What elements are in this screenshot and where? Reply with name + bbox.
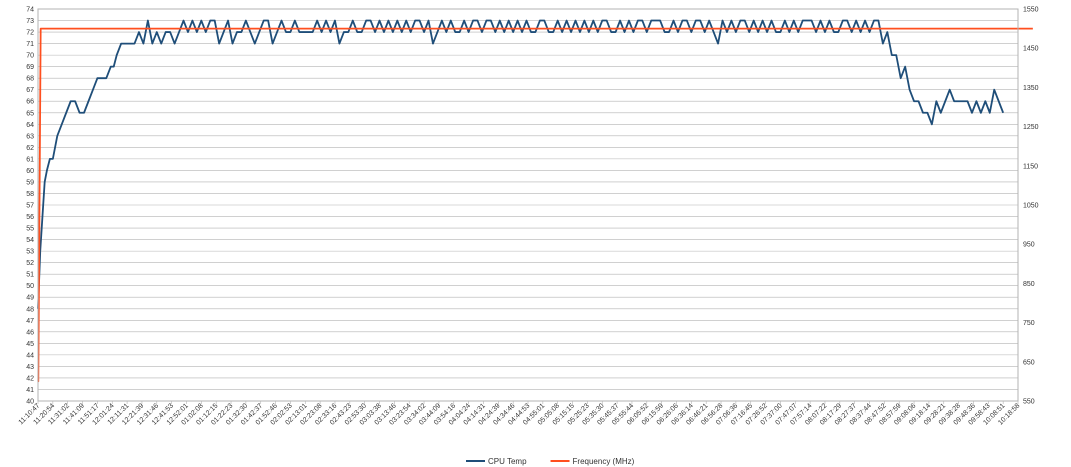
line-chart: 40 41 42 43 44 45 46 47 48 49 50 51 52 53 54 55 56 57 58 59…	[18, 7, 1039, 467]
left-tick-label: 65	[26, 110, 34, 117]
right-tick-label: 1550	[1023, 7, 1039, 14]
left-tick-label: 49	[26, 295, 34, 302]
left-tick-label: 67	[26, 87, 34, 94]
left-tick-label: 48	[26, 306, 34, 313]
right-tick-label: 850	[1023, 281, 1035, 288]
right-tick-label: 1250	[1023, 124, 1039, 131]
left-tick-label: 72	[26, 30, 34, 37]
left-tick-label: 45	[26, 341, 34, 348]
legend: CPU Temp Frequency (MHz)	[466, 457, 635, 466]
right-tick-label: 650	[1023, 359, 1035, 366]
left-tick-label: 53	[26, 249, 34, 256]
left-tick-label: 55	[26, 226, 34, 233]
left-tick-label: 66	[26, 99, 34, 106]
right-tick-label: 1150	[1023, 163, 1038, 170]
left-tick-label: 68	[26, 76, 34, 83]
left-tick-label: 52	[26, 260, 34, 267]
gridlines	[38, 8, 1018, 402]
left-tick-label: 43	[26, 364, 34, 371]
right-tick-label: 1350	[1023, 85, 1039, 92]
series-line-0	[37, 19, 1004, 309]
left-tick-label: 60	[26, 168, 34, 175]
left-tick-label: 74	[26, 7, 34, 14]
left-tick-label: 51	[26, 272, 34, 279]
right-tick-label: 550	[1023, 399, 1035, 406]
left-tick-label: 46	[26, 329, 34, 336]
left-tick-label: 64	[26, 122, 34, 129]
left-tick-label: 71	[26, 41, 34, 48]
left-tick-label: 54	[26, 237, 34, 244]
left-tick-label: 50	[26, 283, 34, 290]
right-axis-ticks: 550 650 750 850 950 1050 1150 1250 1350 1450 1550	[1023, 7, 1039, 406]
series-lines	[37, 19, 1033, 383]
right-tick-label: 1050	[1023, 203, 1039, 210]
legend-label-0: CPU Temp	[488, 457, 527, 466]
left-tick-label: 47	[26, 318, 34, 325]
left-tick-label: 56	[26, 214, 34, 221]
right-tick-label: 1450	[1023, 46, 1039, 53]
left-tick-label: 70	[26, 53, 34, 60]
left-tick-label: 40	[26, 399, 34, 406]
left-axis-ticks: 40 41 42 43 44 45 46 47 48 49 50 51 52 53 54 55 56 57 58 59…	[26, 7, 34, 406]
left-tick-label: 62	[26, 145, 34, 152]
left-tick-label: 57	[26, 203, 34, 210]
x-axis-ticks: 11:10:4711:20:5411:31:0211:41:0911:51:17…	[18, 401, 1021, 427]
left-tick-label: 41	[26, 387, 34, 394]
legend-label-1: Frequency (MHz)	[573, 457, 635, 466]
left-tick-label: 73	[26, 18, 34, 25]
left-tick-label: 58	[26, 191, 34, 198]
right-tick-label: 750	[1023, 320, 1035, 327]
left-tick-label: 59	[26, 179, 34, 186]
left-tick-label: 44	[26, 352, 34, 359]
left-tick-label: 69	[26, 64, 34, 71]
left-tick-label: 61	[26, 156, 34, 163]
left-tick-label: 63	[26, 133, 34, 140]
left-tick-label: 42	[26, 375, 34, 382]
right-tick-label: 950	[1023, 242, 1035, 249]
